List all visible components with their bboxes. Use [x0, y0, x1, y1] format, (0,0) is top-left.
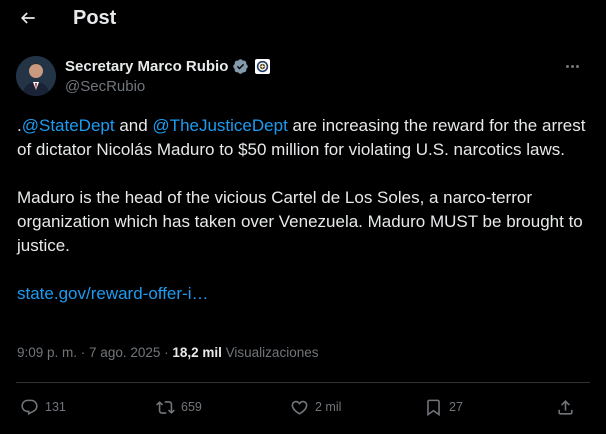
mention-statedept[interactable]: @StateDept: [22, 116, 115, 135]
bookmark-count: 27: [449, 400, 463, 414]
page-title: Post: [73, 7, 117, 29]
handle[interactable]: @SecRubio: [65, 78, 145, 95]
bookmark-icon: [427, 399, 440, 416]
more-dot-icon: [565, 64, 569, 68]
reply-count: 131: [45, 400, 66, 414]
tweet-paragraph-1: .@StateDept and @TheJusticeDept are incr…: [17, 114, 589, 162]
views-count: 18,2 mil: [172, 345, 222, 360]
repost-button[interactable]: 659: [156, 394, 202, 420]
meta-separator: ·: [77, 345, 90, 360]
state-department-seal-icon: [255, 59, 271, 74]
meta-separator: ·: [160, 345, 173, 360]
verified-badge-icon[interactable]: [232, 58, 249, 75]
tweet-and: and: [114, 116, 153, 135]
more-dot-icon: [575, 64, 579, 68]
mention-justicedept[interactable]: @TheJusticeDept: [152, 116, 287, 135]
post-time[interactable]: 9:09 p. m.: [17, 345, 77, 360]
heart-icon: [291, 400, 308, 415]
post-meta: 9:09 p. m. · 7 ago. 2025 · 18,2 mil Visu…: [17, 345, 318, 360]
arrow-left-icon: [20, 12, 35, 24]
more-options-button[interactable]: [562, 56, 582, 76]
post-date[interactable]: 7 ago. 2025: [89, 345, 160, 360]
reply-button[interactable]: 131: [20, 394, 66, 420]
bookmark-button[interactable]: 27: [424, 394, 463, 420]
display-name-row: Secretary Marco Rubio: [65, 58, 271, 75]
top-bar: Post: [0, 0, 606, 36]
like-count: 2 mil: [315, 400, 342, 414]
author-block: Secretary Marco Rubio @SecRubio: [16, 56, 590, 98]
views-label: Visualizaciones: [221, 345, 319, 360]
like-button[interactable]: 2 mil: [290, 394, 341, 420]
tweet-link[interactable]: state.gov/reward-offer-i…: [17, 284, 208, 303]
repost-icon: [156, 400, 175, 414]
back-button[interactable]: [12, 3, 44, 33]
display-name[interactable]: Secretary Marco Rubio: [65, 58, 228, 75]
share-icon: [558, 399, 573, 415]
tweet-text: .@StateDept and @TheJusticeDept are incr…: [17, 114, 589, 306]
reply-icon: [21, 399, 38, 415]
share-button[interactable]: [556, 394, 575, 420]
action-bar: 131 659 2 mil 27: [16, 394, 590, 420]
tweet-paragraph-2: Maduro is the head of the vicious Cartel…: [17, 188, 583, 255]
more-dot-icon: [570, 64, 574, 68]
avatar[interactable]: [16, 56, 56, 96]
repost-count: 659: [181, 400, 202, 414]
divider: [16, 382, 590, 383]
